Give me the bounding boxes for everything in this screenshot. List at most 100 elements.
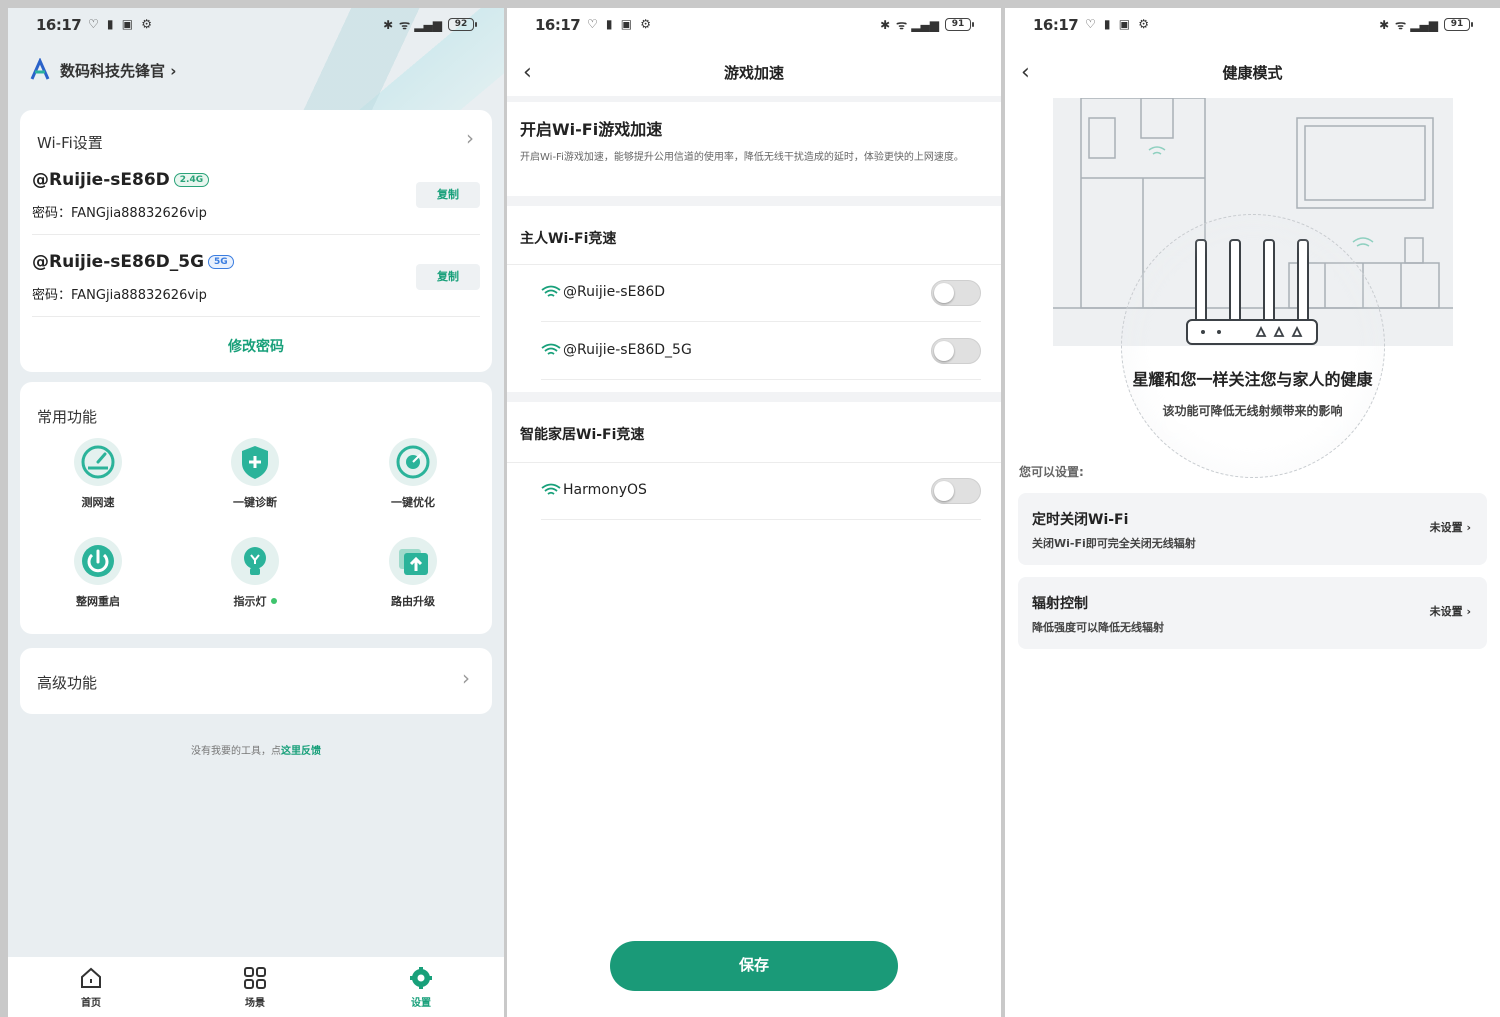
acceleration-toggle[interactable] (931, 478, 981, 504)
wifi-name: HarmonyOS (541, 482, 647, 498)
section-gap (507, 96, 1001, 102)
ssid-5g: @Ruijie-sE86D_5G 5G (32, 252, 234, 272)
ssid-24g: @Ruijie-sE86D 2.4G (32, 170, 210, 190)
save-button[interactable]: 保存 (610, 941, 898, 991)
status-time: 16:17 (36, 16, 82, 34)
divider (541, 379, 981, 380)
nav-bar: ‹ 游戏加速 (507, 48, 1001, 96)
setting-subtitle: 关闭Wi-Fi即可完全关闭无线辐射 (1032, 537, 1196, 550)
indicator-light-label: 指示灯 (233, 595, 267, 608)
tab-scenes-label: 场景 (245, 998, 265, 1009)
common-functions-title: 常用功能 (37, 408, 98, 426)
signal-icon: ᯤ ▂▄▆ (399, 18, 442, 32)
setting-subtitle: 降低强度可以降低无线辐射 (1032, 621, 1164, 634)
divider (541, 519, 981, 520)
tab-scenes[interactable]: 场景 (220, 965, 290, 1009)
copy-button-5g[interactable]: 复制 (416, 264, 480, 290)
wifi-name-label: @Ruijie-sE86D_5G (563, 342, 692, 358)
function-label: 整网重启 (76, 595, 120, 608)
function-label: 测网速 (81, 496, 115, 509)
function-label: 指示灯 (210, 593, 300, 609)
network-restart-button[interactable]: 整网重启 (53, 537, 143, 609)
gear-icon (386, 965, 456, 991)
ssid-5g-label: @Ruijie-sE86D_5G (32, 252, 205, 272)
speed-test-button[interactable]: 测网速 (53, 438, 143, 510)
feedback-text: 没有我要的工具，点 (191, 746, 281, 757)
band-badge-5g: 5G (208, 255, 234, 269)
battery-icon: 92 (448, 18, 477, 31)
status-dot (270, 598, 277, 604)
enable-description: 开启Wi-Fi游戏加速，能够提升公用信道的使用率，降低无线干扰造成的延时，体验更… (520, 152, 964, 163)
status-time: 16:17 (535, 16, 581, 34)
one-click-diagnose-button[interactable]: 一键诊断 (210, 438, 300, 510)
bottom-tab-bar: 首页 场景 设置 (8, 957, 504, 1017)
nav-bar: ‹ 健康模式 (1005, 48, 1500, 96)
health-subline: 该功能可降低无线射频带来的影响 (1162, 404, 1343, 418)
speedometer-icon (74, 438, 122, 486)
divider (32, 316, 480, 317)
enable-heading: 开启Wi-Fi游戏加速 (520, 120, 663, 139)
advanced-functions-row[interactable]: 高级功能 › (20, 648, 492, 714)
ssid-24g-label: @Ruijie-sE86D (32, 170, 170, 190)
status-time: 16:17 (1033, 16, 1079, 34)
feedback-line: 没有我要的工具，点这里反馈 (8, 742, 504, 757)
chevron-right-icon: › (462, 666, 470, 690)
advanced-functions-label: 高级功能 (37, 674, 98, 692)
chevron-right-icon[interactable]: › (466, 126, 474, 150)
status-bar: 16:17 ♡ ▮ ▣ ⚙ ✱ ᯤ ▂▄▆ 91 (507, 8, 1001, 40)
tab-settings[interactable]: 设置 (386, 965, 456, 1009)
common-functions-card: 常用功能 测网速 一键诊断 一键优化 整网重启 指示灯 路由升级 (20, 382, 492, 634)
setting-status: 未设置 › (1429, 605, 1471, 618)
brand-logo-icon (28, 57, 52, 82)
bluetooth-icon: ✱ (880, 17, 891, 32)
setting-status: 未设置 › (1429, 521, 1471, 534)
brand-name: 数码科技先锋官 › (60, 61, 177, 80)
brand-link[interactable]: 数码科技先锋官 › (28, 57, 177, 82)
wifi-settings-title: Wi-Fi设置 (37, 134, 103, 152)
status-right: ✱ ᯤ ▂▄▆ 91 (880, 16, 974, 33)
you-can-set-label: 您可以设置: (1019, 465, 1084, 479)
indicator-light-button[interactable]: 指示灯 (210, 537, 300, 609)
wifi-name: @Ruijie-sE86D_5G (541, 342, 692, 358)
page-title: 健康模式 (1222, 64, 1283, 82)
tab-settings-label: 设置 (411, 998, 431, 1009)
setting-title: 定时关闭Wi-Fi (1032, 512, 1129, 528)
smart-home-section-title: 智能家居Wi-Fi竞速 (520, 427, 645, 443)
tab-home-label: 首页 (81, 998, 101, 1009)
upgrade-icon (389, 537, 437, 585)
status-right: ✱ ᯤ ▂▄▆ 92 (383, 16, 477, 33)
divider (32, 234, 480, 235)
host-wifi-row: @Ruijie-sE86D (541, 264, 981, 322)
game-acceleration-screen: 16:17 ♡ ▮ ▣ ⚙ ✱ ᯤ ▂▄▆ 91 ‹ 游戏加速 开启Wi-Fi游… (507, 8, 1001, 1017)
radiation-control-row[interactable]: 辐射控制 降低强度可以降低无线辐射 未设置 › (1018, 577, 1487, 649)
acceleration-toggle[interactable] (931, 280, 981, 306)
notification-icons: ♡ ▮ ▣ ⚙ (88, 17, 154, 31)
optimize-icon (389, 438, 437, 486)
router-upgrade-button[interactable]: 路由升级 (368, 537, 458, 609)
wifi-icon (541, 483, 561, 495)
status-bar: 16:17 ♡ ▮ ▣ ⚙ ✱ ᯤ ▂▄▆ 91 (1005, 8, 1500, 40)
scheduled-wifi-off-row[interactable]: 定时关闭Wi-Fi 关闭Wi-Fi即可完全关闭无线辐射 未设置 › (1018, 493, 1487, 565)
copy-button-24g[interactable]: 复制 (416, 182, 480, 208)
acceleration-toggle[interactable] (931, 338, 981, 364)
function-label: 路由升级 (391, 595, 435, 608)
tab-home[interactable]: 首页 (56, 965, 126, 1009)
health-mode-screen: 16:17 ♡ ▮ ▣ ⚙ ✱ ᯤ ▂▄▆ 91 ‹ 健康模式 星耀和您一样关注… (1005, 8, 1500, 1017)
page-title: 游戏加速 (723, 64, 784, 82)
band-badge-24g: 2.4G (173, 173, 210, 187)
one-click-optimize-button[interactable]: 一键优化 (368, 438, 458, 510)
grid-icon (220, 965, 290, 991)
feedback-link[interactable]: 这里反馈 (281, 746, 321, 757)
smart-wifi-row: HarmonyOS (541, 462, 981, 520)
wifi-settings-card: Wi-Fi设置 › @Ruijie-sE86D 2.4G 密码：FANGjia88… (20, 110, 492, 372)
change-password-link[interactable]: 修改密码 (20, 336, 492, 356)
battery-icon: 91 (1444, 18, 1473, 31)
function-label: 一键诊断 (233, 496, 277, 509)
battery-icon: 91 (945, 18, 974, 31)
wifi-icon (541, 343, 561, 355)
bluetooth-icon: ✱ (1379, 17, 1390, 32)
section-gap (507, 196, 1001, 206)
wifi-icon (541, 285, 561, 297)
password-24g: 密码：FANGjia88832626vip (32, 206, 207, 221)
signal-icon: ᯤ ▂▄▆ (896, 18, 939, 32)
